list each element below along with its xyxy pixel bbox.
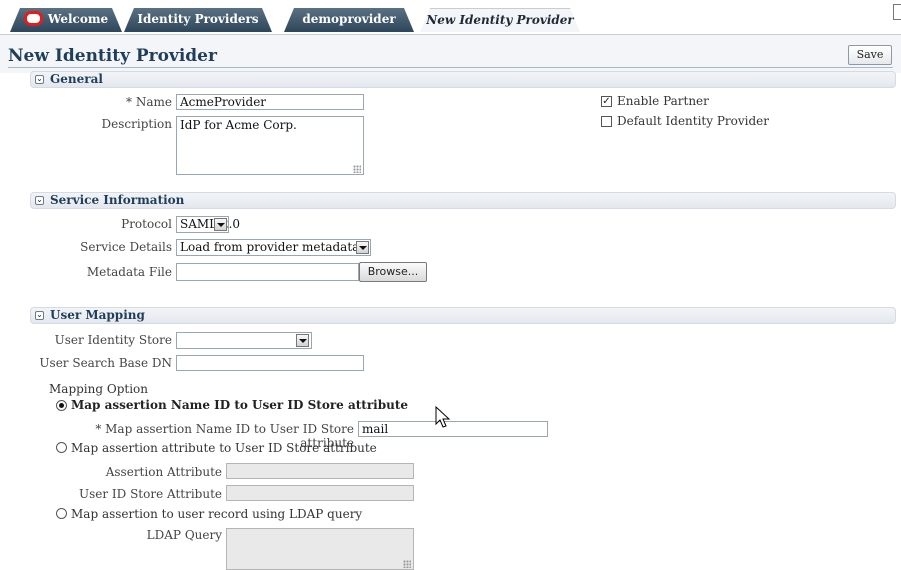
section-service-header[interactable]: ⌄ Service Information <box>30 192 896 209</box>
ldap-query-textarea <box>226 528 414 570</box>
section-user-mapping-header[interactable]: ⌄ User Mapping <box>30 307 896 324</box>
service-details-label: Service Details <box>80 240 172 254</box>
tab-overflow-icon[interactable] <box>893 4 901 20</box>
section-title: User Mapping <box>50 308 145 322</box>
oracle-logo-icon <box>24 11 43 26</box>
collapse-icon[interactable]: ⌄ <box>35 311 44 320</box>
user-identity-store-select[interactable] <box>176 332 312 349</box>
browse-button[interactable]: Browse... <box>359 262 427 282</box>
ldap-query-label: LDAP Query <box>146 528 222 542</box>
chevron-down-icon[interactable] <box>356 241 369 254</box>
tab-label: New Identity Provider <box>426 13 574 27</box>
chevron-down-icon[interactable] <box>296 334 309 347</box>
resize-grip-icon[interactable] <box>353 165 361 173</box>
tab-welcome[interactable]: Welcome <box>10 8 122 32</box>
default-idp-label: Default Identity Provider <box>617 114 770 128</box>
description-value: IdP for Acme Corp. <box>180 118 297 132</box>
tab-label: Welcome <box>47 12 109 26</box>
nameid-attribute-input[interactable]: mail <box>358 421 548 437</box>
tab-label: Identity Providers <box>137 12 259 26</box>
tab-label: demoprovider <box>302 12 396 26</box>
chevron-down-icon[interactable] <box>214 218 227 231</box>
mapping-option-ldap-radio[interactable] <box>56 508 67 519</box>
page-title: New Identity Provider <box>8 46 217 66</box>
enable-partner-checkbox[interactable]: ✓ <box>601 96 612 107</box>
user-id-store-attribute-label: User ID Store Attribute <box>78 487 222 501</box>
name-label: * Name <box>126 95 172 109</box>
default-idp-checkbox[interactable] <box>601 116 612 127</box>
service-details-value: Load from provider metadata <box>180 240 360 254</box>
section-general-header[interactable]: ⌄ General <box>30 71 896 88</box>
tab-new-identity-provider[interactable]: New Identity Provider <box>420 8 580 32</box>
service-details-select[interactable]: Load from provider metadata <box>176 239 371 256</box>
collapse-icon[interactable]: ⌄ <box>35 75 44 84</box>
collapse-icon[interactable]: ⌄ <box>35 196 44 205</box>
section-title: General <box>50 72 103 86</box>
section-title: Service Information <box>50 193 185 207</box>
mapping-option-attribute-label: Map assertion attribute to User ID Store… <box>71 441 377 455</box>
mapping-option-attribute-radio[interactable] <box>56 442 67 453</box>
mapping-option-ldap-label: Map assertion to user record using LDAP … <box>71 507 363 521</box>
description-label: Description <box>101 117 172 131</box>
mapping-option-label: Mapping Option <box>49 382 148 396</box>
tab-demoprovider[interactable]: demoprovider <box>284 8 414 32</box>
protocol-select[interactable]: SAML 2.0 <box>176 216 240 233</box>
user-id-store-attribute-input <box>226 485 414 501</box>
tab-identity-providers[interactable]: Identity Providers <box>124 8 272 32</box>
description-textarea[interactable]: IdP for Acme Corp. <box>176 116 364 175</box>
metadata-file-input[interactable] <box>176 263 359 281</box>
assertion-attribute-label: Assertion Attribute <box>105 465 222 479</box>
name-input[interactable]: AcmeProvider <box>176 94 364 110</box>
protocol-value: SAML 2.0 <box>180 217 241 231</box>
user-search-base-label: User Search Base DN <box>39 356 172 370</box>
user-identity-store-label: User Identity Store <box>54 333 172 347</box>
assertion-attribute-input <box>226 463 414 479</box>
save-button[interactable]: Save <box>848 45 892 65</box>
enable-partner-label: Enable Partner <box>617 94 709 108</box>
title-divider <box>8 67 893 68</box>
mouse-cursor-icon <box>435 406 451 428</box>
mapping-option-nameid-radio[interactable] <box>56 400 67 411</box>
mapping-option-nameid-label: Map assertion Name ID to User ID Store a… <box>71 398 408 412</box>
metadata-file-label: Metadata File <box>86 265 172 279</box>
user-search-base-input[interactable] <box>176 355 364 371</box>
protocol-label: Protocol <box>121 217 172 231</box>
